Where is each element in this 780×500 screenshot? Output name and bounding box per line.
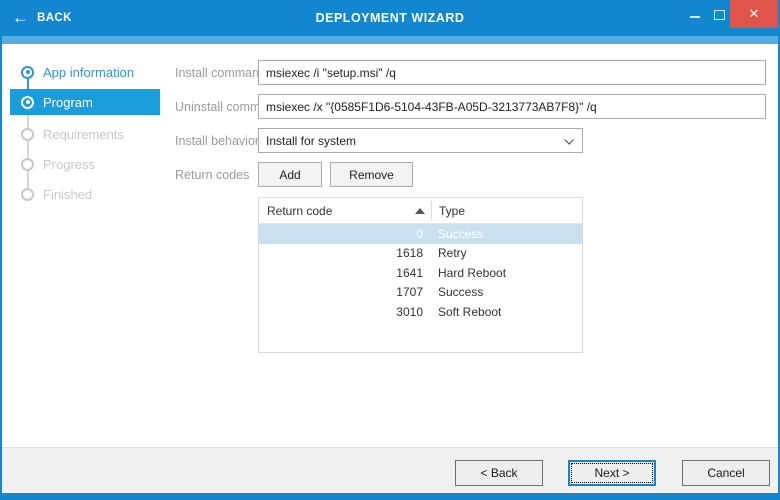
add-return-code-button[interactable]: Add: [258, 162, 322, 187]
footer-bar: < Back Next > Cancel: [2, 447, 778, 493]
return-codes-label: Return codes: [175, 168, 250, 182]
return-code-cell: 1641: [396, 265, 423, 280]
minimize-icon[interactable]: [690, 16, 700, 18]
type-cell: Retry: [438, 246, 467, 261]
stepper-item-requirements[interactable]: Requirements: [10, 121, 160, 147]
step-pending-radio-icon: [21, 187, 34, 201]
column-header-return-code[interactable]: Return code: [259, 204, 431, 218]
type-cell: Hard Reboot: [438, 265, 507, 280]
table-row[interactable]: 3010 Soft Reboot: [259, 302, 582, 322]
step-label: App information: [43, 64, 135, 80]
maximize-icon[interactable]: [714, 10, 725, 20]
cancel-button[interactable]: Cancel: [682, 460, 770, 486]
column-header-type[interactable]: Type: [431, 204, 465, 218]
step-active-radio-icon: [21, 95, 34, 109]
step-pending-radio-icon: [21, 127, 34, 141]
step-pending-radio-icon: [21, 157, 34, 171]
back-button[interactable]: < Back: [455, 460, 543, 486]
install-behavior-dropdown[interactable]: Install for system: [258, 128, 583, 153]
back-arrow-icon: ←: [12, 7, 29, 27]
step-label: Program: [43, 94, 93, 110]
close-button[interactable]: ✕: [730, 0, 778, 28]
remove-return-code-button[interactable]: Remove: [330, 162, 413, 187]
install-command-input[interactable]: [258, 60, 766, 85]
chevron-down-icon: [564, 134, 575, 145]
sort-ascending-icon: [415, 208, 425, 214]
next-button[interactable]: Next >: [568, 460, 656, 486]
window-border-bottom: [0, 493, 780, 500]
type-cell: Soft Reboot: [438, 304, 502, 319]
step-label: Progress: [43, 156, 96, 172]
return-codes-table: Return code Type 0 Success 1618 Retry 16…: [258, 197, 583, 353]
return-code-cell: 0: [416, 226, 423, 241]
column-separator: [431, 201, 432, 220]
install-command-label: Install command: [175, 66, 267, 80]
stepper-item-program[interactable]: Program: [10, 89, 160, 115]
type-cell: Success: [438, 285, 484, 300]
titlebar-accent-strip: [0, 36, 780, 44]
stepper-item-app-information[interactable]: App information: [10, 59, 160, 85]
table-row[interactable]: 0 Success: [259, 224, 582, 244]
step-label: Finished: [43, 186, 93, 202]
page-title: DEPLOYMENT WIZARD: [315, 11, 465, 25]
deployment-wizard-window: ← BACK DEPLOYMENT WIZARD ✕ App informati…: [0, 0, 780, 500]
install-behavior-label: Install behavior: [175, 134, 260, 148]
stepper-item-finished[interactable]: Finished: [10, 181, 160, 207]
type-cell: Success: [438, 226, 484, 241]
uninstall-command-input[interactable]: [258, 94, 766, 119]
back-nav-label: BACK: [37, 12, 72, 24]
return-code-cell: 1707: [396, 285, 423, 300]
step-label: Requirements: [43, 126, 124, 142]
install-behavior-value: Install for system: [266, 133, 357, 148]
return-code-cell: 3010: [396, 304, 423, 319]
table-row[interactable]: 1641 Hard Reboot: [259, 263, 582, 283]
table-header-row: Return code Type: [259, 198, 582, 224]
table-row[interactable]: 1707 Success: [259, 283, 582, 303]
table-row[interactable]: 1618 Retry: [259, 244, 582, 264]
titlebar: ← BACK DEPLOYMENT WIZARD ✕: [0, 0, 780, 36]
back-nav[interactable]: ← BACK: [12, 0, 72, 36]
window-border-left: [0, 36, 2, 500]
stepper-item-progress[interactable]: Progress: [10, 151, 160, 177]
return-code-cell: 1618: [396, 246, 423, 261]
step-completed-radio-icon: [21, 65, 34, 79]
